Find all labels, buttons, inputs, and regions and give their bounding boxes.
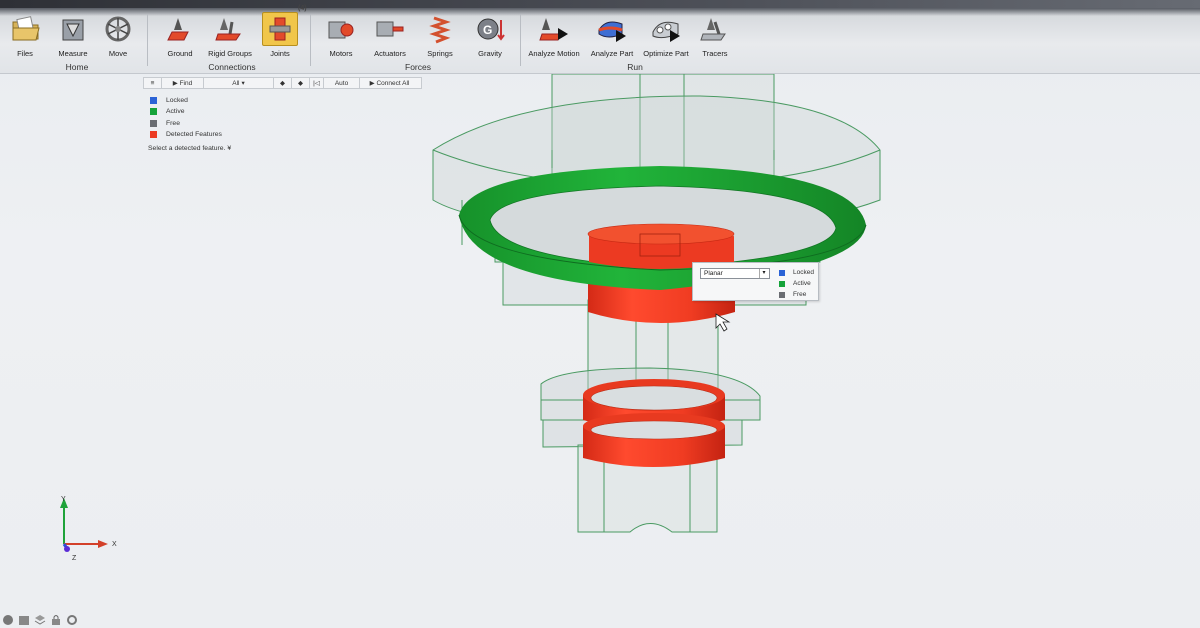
- motors-label: Motors: [329, 49, 353, 58]
- popup-legend-active[interactable]: Active: [779, 278, 814, 289]
- legend-label: Free: [166, 119, 180, 127]
- group-label-run: Run: [627, 62, 643, 72]
- analyze-motion-icon: [536, 12, 572, 46]
- locked-swatch: [150, 97, 157, 105]
- y-axis-label: Y: [61, 496, 66, 503]
- filter-dropdown[interactable]: All ▾: [204, 78, 274, 88]
- detected-feature-lower-rings[interactable]: [583, 379, 725, 467]
- analyze-motion-button[interactable]: Analyze Motion: [524, 12, 584, 62]
- actuators-label: Actuators: [374, 49, 406, 58]
- previous-button[interactable]: ◆: [274, 78, 292, 88]
- tracers-label: Tracers: [702, 49, 728, 58]
- status-icons: [0, 614, 78, 628]
- ground-label: Ground: [167, 49, 193, 58]
- popup-legend: Locked Active Free: [779, 267, 814, 300]
- detected-swatch: [150, 131, 157, 139]
- rigid-groups-icon: [212, 12, 248, 46]
- view-icon[interactable]: [2, 614, 14, 626]
- springs-label: Springs: [427, 49, 453, 58]
- files-label: Files: [17, 49, 33, 58]
- optimize-part-icon: [648, 12, 684, 46]
- legend-label: Active: [793, 280, 811, 287]
- ground-icon: [162, 12, 198, 46]
- joints-button[interactable]: Joints: [250, 12, 310, 62]
- menu-button[interactable]: ≡: [144, 78, 162, 88]
- measure-label: Measure: [58, 49, 88, 58]
- chevron-down-icon: ▾: [241, 80, 245, 87]
- joints-icon: [262, 12, 298, 46]
- title-strip: [0, 0, 1200, 8]
- gravity-button[interactable]: G Gravity: [460, 12, 520, 62]
- optimize-part-label: Optimize Part: [643, 49, 689, 58]
- ribbon-separator: [147, 14, 148, 66]
- lock-icon[interactable]: [50, 614, 62, 626]
- analyze-part-icon: [594, 12, 630, 46]
- legend: Locked Active Free Detected Features: [150, 95, 222, 140]
- ribbon-toolbar: Files Measure Move Home Ground Rigid Gro…: [0, 0, 1200, 74]
- legend-item-active: Active: [150, 106, 222, 117]
- active-swatch: [779, 280, 785, 287]
- joints-label: Joints: [270, 49, 290, 58]
- secondary-toolbar: ≡ ▶ Find All ▾ ◆ ◆ |◁ Auto ▶ Connect All: [143, 77, 422, 89]
- analyze-motion-label: Analyze Motion: [528, 49, 580, 58]
- filter-value: All: [232, 79, 240, 87]
- legend-label: Detected Features: [166, 131, 222, 139]
- first-button[interactable]: |◁: [310, 78, 324, 88]
- rigid-groups-label: Rigid Groups: [208, 49, 252, 58]
- folder-icon: [7, 12, 43, 46]
- legend-item-locked: Locked: [150, 95, 222, 106]
- z-axis-label: Z: [72, 555, 77, 562]
- svg-text:G: G: [483, 23, 492, 37]
- next-button[interactable]: ◆: [292, 78, 310, 88]
- legend-label: Active: [166, 108, 185, 116]
- free-swatch: [779, 291, 785, 298]
- legend-item-detected: Detected Features: [150, 129, 222, 140]
- measure-icon: [55, 12, 91, 46]
- spring-icon: [422, 12, 458, 46]
- move-label: Move: [108, 49, 128, 58]
- hint-text[interactable]: Select a detected feature. ¥: [148, 145, 231, 152]
- actuator-icon: [372, 12, 408, 46]
- layers-icon[interactable]: [34, 614, 46, 626]
- legend-label: Free: [793, 291, 807, 298]
- settings-icon[interactable]: [66, 614, 78, 626]
- popup-legend-locked[interactable]: Locked: [779, 267, 814, 278]
- move-button[interactable]: Move: [88, 12, 148, 62]
- joints-count-badge: (4): [298, 5, 307, 12]
- move-icon: [100, 12, 136, 46]
- joint-type-value: Planar: [704, 270, 723, 277]
- motor-icon: [323, 12, 359, 46]
- tracers-icon: [697, 12, 733, 46]
- legend-item-free: Free: [150, 118, 222, 129]
- group-label-connections: Connections: [208, 62, 256, 72]
- axis-triad: Y X Z: [60, 496, 117, 562]
- legend-label: Locked: [166, 97, 188, 105]
- legend-label: Locked: [793, 269, 814, 276]
- locked-swatch: [779, 269, 785, 276]
- active-swatch: [150, 108, 157, 116]
- analyze-part-label: Analyze Part: [590, 49, 634, 58]
- group-label-forces: Forces: [405, 62, 431, 72]
- chevron-down-icon: ▾: [759, 269, 768, 278]
- free-swatch: [150, 119, 157, 127]
- gravity-label: Gravity: [478, 49, 502, 58]
- auto-button[interactable]: Auto: [324, 78, 360, 88]
- analyze-part-button[interactable]: Analyze Part: [582, 12, 642, 62]
- shading-icon[interactable]: [18, 614, 30, 626]
- ribbon-separator: [520, 14, 521, 66]
- joint-type-popup: Planar ▾ Locked Active Free: [692, 262, 819, 301]
- gravity-icon: G: [472, 12, 508, 46]
- group-label-home: Home: [65, 62, 89, 72]
- find-button[interactable]: ▶ Find: [162, 78, 204, 88]
- x-axis-label: X: [112, 541, 117, 548]
- joint-type-dropdown[interactable]: Planar ▾: [700, 268, 770, 279]
- popup-legend-free[interactable]: Free: [779, 289, 814, 300]
- connect-all-button[interactable]: ▶ Connect All: [360, 78, 419, 88]
- tracers-button[interactable]: Tracers: [685, 12, 745, 62]
